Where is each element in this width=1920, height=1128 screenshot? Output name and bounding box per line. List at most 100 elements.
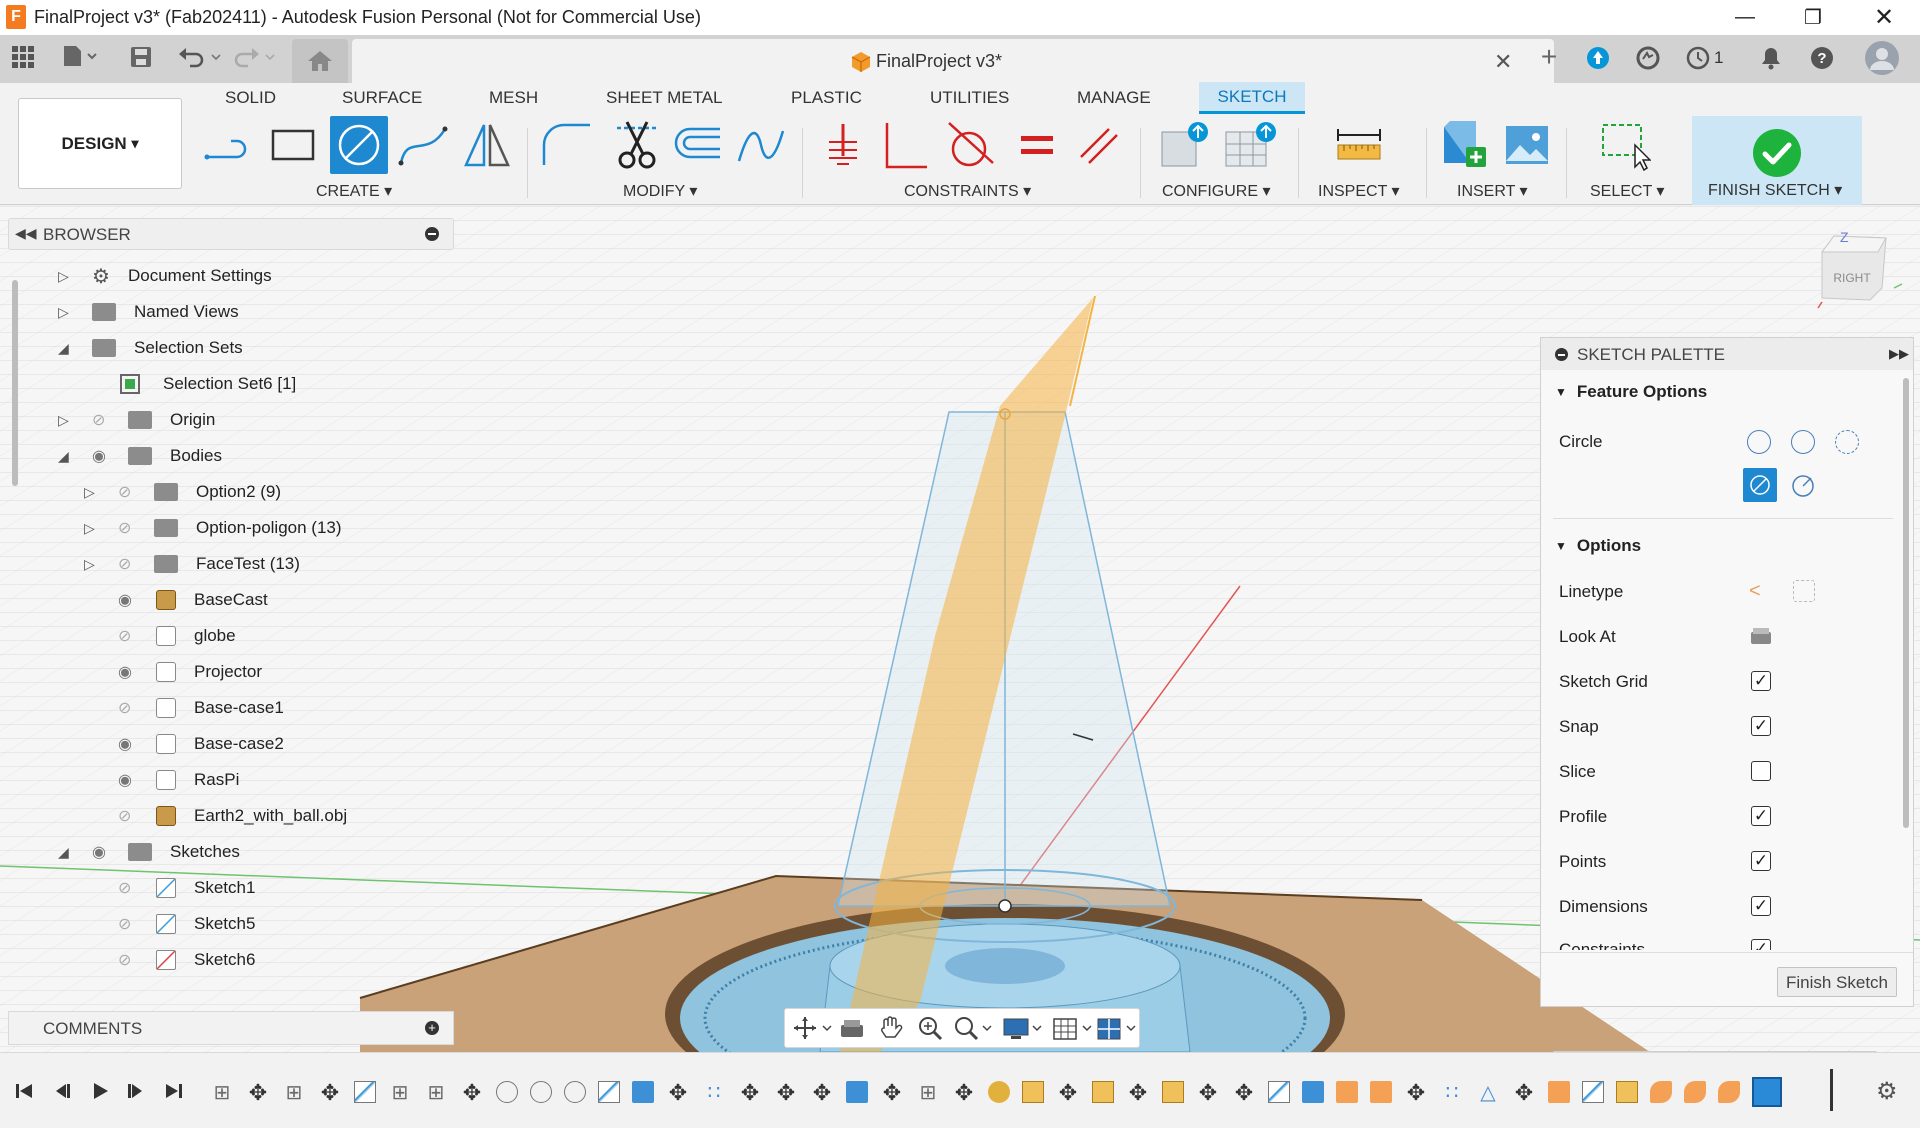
minimize-icon[interactable]: — bbox=[1716, 0, 1774, 35]
grid-settings-icon[interactable] bbox=[1053, 1017, 1093, 1041]
tab-sheet-metal[interactable]: SHEET METAL bbox=[606, 88, 723, 108]
coincident-constraint-icon[interactable] bbox=[816, 118, 870, 172]
timeline-move-icon[interactable]: ✥ bbox=[810, 1080, 834, 1105]
undo-icon[interactable] bbox=[178, 46, 222, 68]
palette-minimize-icon[interactable] bbox=[1555, 348, 1568, 361]
sync-status-icon[interactable] bbox=[1636, 46, 1660, 70]
measure-tool-icon[interactable] bbox=[1332, 118, 1386, 172]
timeline-move-icon[interactable]: ✥ bbox=[774, 1080, 798, 1105]
inspect-group-label[interactable]: INSPECT ▾ bbox=[1318, 181, 1400, 201]
timeline-extrude-icon[interactable] bbox=[846, 1081, 868, 1103]
tree-item-named-views[interactable]: ▷ Named Views bbox=[0, 294, 460, 330]
eye-hidden-icon[interactable]: ⊘ bbox=[118, 878, 142, 898]
create-group-label[interactable]: CREATE ▾ bbox=[316, 181, 392, 201]
zoom-icon[interactable] bbox=[917, 1015, 943, 1041]
collapse-arrow-icon[interactable]: ◢ bbox=[58, 340, 72, 357]
notifications-bell-icon[interactable] bbox=[1760, 46, 1782, 70]
dimensions-checkbox[interactable]: ✓ bbox=[1751, 896, 1771, 916]
timeline-joint-icon[interactable]: ⊞ bbox=[916, 1080, 940, 1104]
timeline-pattern-icon[interactable]: ∷ bbox=[1440, 1080, 1464, 1104]
select-window-icon[interactable] bbox=[1598, 118, 1652, 172]
pan-hand-icon[interactable] bbox=[877, 1015, 903, 1041]
eye-hidden-icon[interactable]: ⊘ bbox=[118, 518, 142, 538]
tree-item-facetest[interactable]: ▷ ⊘ FaceTest (13) bbox=[0, 546, 460, 582]
tree-item-bodies[interactable]: ◢ ◉ Bodies bbox=[0, 438, 460, 474]
restore-icon[interactable]: ❐ bbox=[1784, 0, 1842, 35]
expand-arrow-icon[interactable]: ▷ bbox=[84, 520, 98, 537]
go-to-end-icon[interactable] bbox=[164, 1081, 184, 1101]
sketch-grid-checkbox[interactable]: ✓ bbox=[1751, 671, 1771, 691]
view-cube[interactable]: RIGHT Z bbox=[1810, 226, 1910, 320]
tangent-constraint-icon[interactable] bbox=[944, 118, 998, 172]
change-parameters-icon[interactable] bbox=[1158, 118, 1212, 172]
eye-hidden-icon[interactable]: ⊘ bbox=[118, 698, 142, 718]
snap-checkbox[interactable]: ✓ bbox=[1751, 716, 1771, 736]
finish-sketch-button[interactable]: FINISH SKETCH ▾ bbox=[1692, 116, 1862, 205]
eye-icon[interactable]: ◉ bbox=[118, 590, 142, 610]
collapse-arrow-icon[interactable]: ◢ bbox=[58, 448, 72, 465]
insert-canvas-icon[interactable] bbox=[1500, 118, 1554, 172]
timeline-joint-icon[interactable]: ⊞ bbox=[282, 1080, 306, 1104]
timeline-extrude-icon[interactable] bbox=[632, 1081, 654, 1103]
display-settings-icon[interactable] bbox=[1003, 1017, 1043, 1041]
zoom-window-icon[interactable] bbox=[953, 1015, 993, 1041]
eye-hidden-icon[interactable]: ⊘ bbox=[92, 410, 116, 430]
add-comment-icon[interactable]: + bbox=[425, 1021, 439, 1035]
slice-checkbox[interactable] bbox=[1751, 761, 1771, 781]
insert-group-label[interactable]: INSERT ▾ bbox=[1457, 181, 1528, 201]
eye-hidden-icon[interactable]: ⊘ bbox=[118, 950, 142, 970]
eye-hidden-icon[interactable]: ⊘ bbox=[118, 554, 142, 574]
tab-solid[interactable]: SOLID bbox=[225, 88, 276, 108]
timeline-move-icon[interactable]: ✥ bbox=[1512, 1080, 1536, 1105]
timeline-extrude-icon[interactable] bbox=[1302, 1081, 1324, 1103]
mirror-tool-icon[interactable] bbox=[460, 118, 514, 172]
tree-item-sketch1[interactable]: ⊘ Sketch1 bbox=[0, 870, 460, 906]
eye-hidden-icon[interactable]: ⊘ bbox=[118, 914, 142, 934]
timeline-component-icon[interactable] bbox=[1022, 1081, 1044, 1103]
tree-item-selection-sets[interactable]: ◢ Selection Sets bbox=[0, 330, 460, 366]
go-to-start-icon[interactable] bbox=[14, 1081, 34, 1101]
tab-mesh[interactable]: MESH bbox=[489, 88, 538, 108]
tree-item-raspi[interactable]: ◉ RasPi bbox=[0, 762, 460, 798]
timeline-combine-icon[interactable] bbox=[1718, 1081, 1740, 1103]
centerline-linetype-icon[interactable] bbox=[1793, 580, 1815, 602]
tab-plastic[interactable]: PLASTIC bbox=[791, 88, 862, 108]
timeline-revolve-icon[interactable] bbox=[530, 1081, 552, 1103]
collapse-panel-icon[interactable]: ◀◀ bbox=[15, 225, 37, 242]
finish-sketch-palette-button[interactable]: Finish Sketch bbox=[1777, 967, 1897, 997]
tree-item-projector[interactable]: ◉ Projector bbox=[0, 654, 460, 690]
user-avatar[interactable] bbox=[1864, 40, 1900, 76]
equal-constraint-icon[interactable] bbox=[1010, 118, 1064, 172]
timeline-move-icon[interactable]: ✥ bbox=[246, 1080, 270, 1105]
close-icon[interactable]: ✕ bbox=[1855, 0, 1913, 35]
timeline-component-icon[interactable] bbox=[1162, 1081, 1184, 1103]
eye-icon[interactable]: ◉ bbox=[92, 842, 116, 862]
timeline-joint-icon[interactable]: ⊞ bbox=[388, 1080, 412, 1104]
timeline-press-pull-icon[interactable] bbox=[1336, 1081, 1358, 1103]
timeline-mirror-icon[interactable]: △ bbox=[1476, 1080, 1500, 1104]
timeline-joint-icon[interactable]: ⊞ bbox=[424, 1080, 448, 1104]
orbit-icon[interactable] bbox=[793, 1015, 833, 1041]
expand-arrow-icon[interactable]: ▷ bbox=[84, 556, 98, 573]
tree-item-option-poligon[interactable]: ▷ ⊘ Option-poligon (13) bbox=[0, 510, 460, 546]
timeline-revolve-icon[interactable] bbox=[564, 1081, 586, 1103]
timeline-sketch-icon[interactable] bbox=[598, 1081, 620, 1103]
tree-item-option2[interactable]: ▷ ⊘ Option2 (9) bbox=[0, 474, 460, 510]
perpendicular-constraint-icon[interactable] bbox=[878, 118, 932, 172]
look-at-icon[interactable] bbox=[1749, 626, 1773, 646]
timeline-move-icon[interactable]: ✥ bbox=[666, 1080, 690, 1105]
timeline-move-icon[interactable]: ✥ bbox=[1232, 1080, 1256, 1105]
tree-item-globe[interactable]: ⊘ globe bbox=[0, 618, 460, 654]
construction-linetype-icon[interactable]: < bbox=[1749, 580, 1761, 603]
look-at-nav-icon[interactable] bbox=[839, 1017, 865, 1039]
expand-arrow-icon[interactable]: ▷ bbox=[58, 268, 72, 285]
tree-item-sketches[interactable]: ◢ ◉ Sketches bbox=[0, 834, 460, 870]
fillet-tool-icon[interactable] bbox=[540, 118, 594, 172]
eye-hidden-icon[interactable]: ⊘ bbox=[118, 626, 142, 646]
timeline-sketch-icon[interactable] bbox=[1268, 1081, 1290, 1103]
tree-item-base-case1[interactable]: ⊘ Base-case1 bbox=[0, 690, 460, 726]
eye-icon[interactable]: ◉ bbox=[118, 662, 142, 682]
play-icon[interactable] bbox=[90, 1081, 110, 1101]
timeline-move-icon[interactable]: ✥ bbox=[1404, 1080, 1428, 1105]
offset-tool-icon[interactable] bbox=[672, 118, 726, 172]
